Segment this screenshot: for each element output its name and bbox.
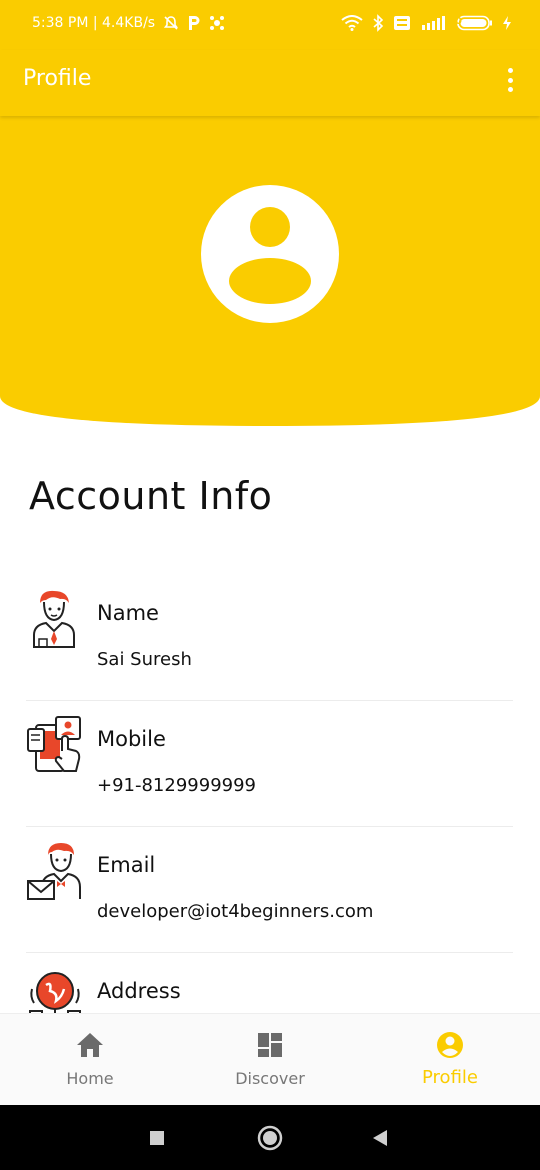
info-label: Address bbox=[97, 979, 181, 1003]
avatar-icon[interactable] bbox=[201, 185, 339, 323]
status-time-speed: 5:38 PM | 4.4KB/s bbox=[32, 15, 156, 31]
status-bar: 5:38 PM | 4.4KB/s 50 bbox=[0, 0, 540, 50]
signal-icon bbox=[420, 15, 448, 31]
triangle-back-icon bbox=[373, 1129, 387, 1146]
square-icon bbox=[150, 1130, 164, 1145]
wifi-icon bbox=[341, 15, 363, 31]
email-person-icon bbox=[27, 843, 81, 900]
info-value: +91-8129999999 bbox=[97, 775, 257, 796]
nav-label: Discover bbox=[235, 1069, 305, 1088]
account-info-title: Account Info bbox=[29, 474, 273, 518]
nav-profile[interactable]: Profile bbox=[360, 1014, 540, 1106]
dashboard-icon bbox=[258, 1033, 282, 1057]
account-circle-icon bbox=[437, 1032, 463, 1058]
circle-icon bbox=[257, 1125, 283, 1150]
info-label: Email bbox=[97, 853, 156, 877]
mobile-phone-icon bbox=[27, 716, 81, 772]
info-value: developer@iot4beginners.com bbox=[97, 901, 374, 922]
alarm-off-icon bbox=[163, 15, 179, 31]
home-system-button[interactable] bbox=[240, 1105, 300, 1170]
info-row-address[interactable]: Address bbox=[26, 953, 513, 1015]
bluetooth-icon bbox=[372, 14, 384, 32]
nav-home[interactable]: Home bbox=[0, 1014, 180, 1106]
recents-button[interactable] bbox=[127, 1105, 187, 1170]
home-icon bbox=[77, 1033, 103, 1057]
info-row-name[interactable]: Name Sai Suresh bbox=[26, 575, 513, 701]
nav-label: Home bbox=[66, 1069, 114, 1088]
app-notification-icon bbox=[209, 15, 225, 31]
system-navigation-bar bbox=[0, 1105, 540, 1170]
info-row-email[interactable]: Email developer@iot4beginners.com bbox=[26, 827, 513, 953]
battery-icon bbox=[457, 15, 493, 31]
parking-app-icon bbox=[187, 15, 201, 31]
info-label: Mobile bbox=[97, 727, 166, 751]
info-value: Sai Suresh bbox=[97, 649, 192, 670]
info-row-mobile[interactable]: Mobile +91-8129999999 bbox=[26, 701, 513, 827]
info-label: Name bbox=[97, 601, 159, 625]
nav-discover[interactable]: Discover bbox=[180, 1014, 360, 1106]
app-title: Profile bbox=[23, 66, 92, 91]
volte-icon bbox=[393, 15, 411, 31]
location-globe-icon bbox=[29, 972, 81, 1015]
nav-label: Profile bbox=[422, 1067, 478, 1088]
charging-icon bbox=[502, 15, 512, 31]
account-info-list: Name Sai Suresh Mobile +91-8129999999 Em… bbox=[0, 575, 540, 1015]
back-button[interactable] bbox=[350, 1105, 410, 1170]
overflow-menu-icon[interactable] bbox=[500, 66, 520, 94]
app-bar: Profile bbox=[0, 50, 540, 116]
person-tie-icon bbox=[33, 590, 75, 648]
bottom-navigation: Home Discover Profile bbox=[0, 1013, 540, 1105]
battery-level: 50 bbox=[448, 16, 462, 27]
status-left: 5:38 PM | 4.4KB/s bbox=[32, 15, 225, 31]
status-right: 50 bbox=[341, 14, 512, 32]
